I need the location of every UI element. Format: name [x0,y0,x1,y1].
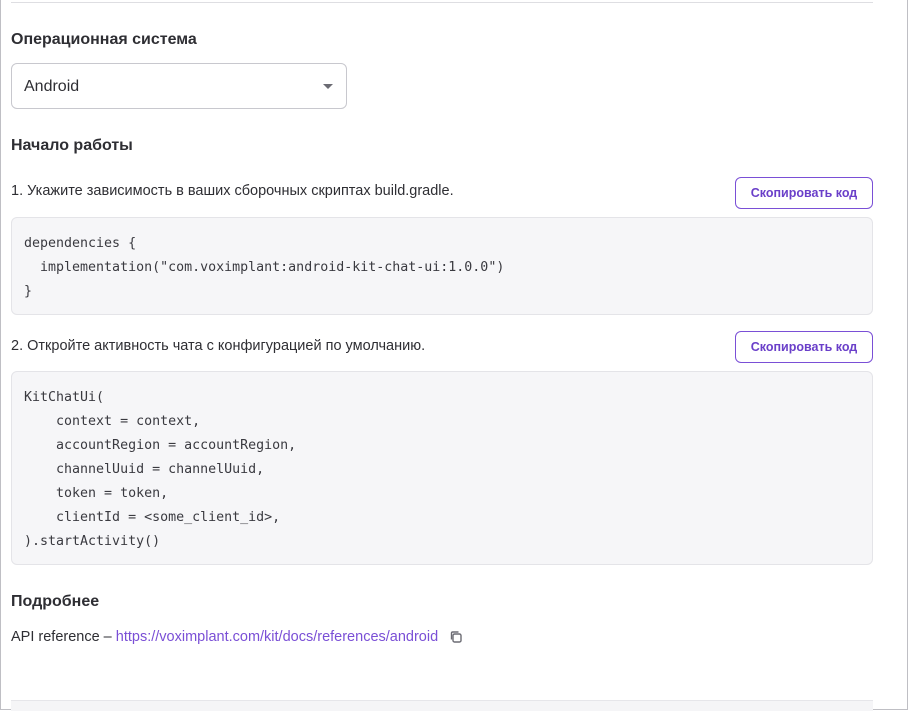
code-line: dependencies { [24,236,137,251]
copy-icon[interactable] [448,629,464,645]
os-section-title: Операционная система [11,31,197,48]
os-select-value: Android [24,78,80,95]
top-divider [11,2,873,3]
api-reference-link[interactable]: https://voximplant.com/kit/docs/referenc… [116,629,438,645]
code-line: ).startActivity() [24,534,161,549]
os-select[interactable]: Android [11,63,347,109]
code-line: channelUuid = channelUuid, [24,462,265,477]
chevron-down-icon [323,84,333,89]
step-1-text: 1. Укажите зависимость в ваших сборочных… [11,183,454,199]
copy-code-button-2[interactable]: Скопировать код [735,331,873,363]
start-section-title: Начало работы [11,137,133,154]
api-reference-label: API reference – [11,629,116,645]
code-block-1: dependencies { implementation("com.voxim… [11,217,873,315]
code-line: accountRegion = accountRegion, [24,438,297,453]
code-line: implementation("com.voximplant:android-k… [24,260,505,275]
code-line: KitChatUi( [24,390,105,405]
code-line: context = context, [24,414,201,429]
code-line: } [24,284,33,299]
bottom-section-edge [11,700,873,711]
more-section-title: Подробнее [11,593,100,610]
code-line: clientId = <some_client_id>, [24,510,281,525]
step-2-text: 2. Откройте активность чата с конфигурац… [11,338,426,354]
api-reference-row: API reference – https://voximplant.com/k… [11,629,464,645]
code-line: token = token, [24,486,169,501]
copy-code-button-1[interactable]: Скопировать код [735,177,873,209]
code-block-2: KitChatUi( context = context, accountReg… [11,371,873,565]
